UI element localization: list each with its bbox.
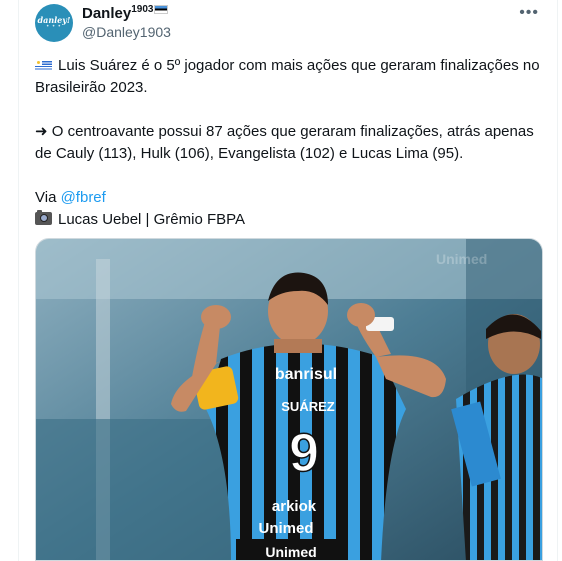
shirt-sponsor-text: banrisul xyxy=(275,366,337,383)
tweet-via: Via @fbref xyxy=(35,187,547,209)
photo-credit-text: Lucas Uebel | Grêmio FBPA xyxy=(58,211,246,228)
author-name-row: Danley 1903 xyxy=(82,4,169,22)
tweet-card: danley! • • • Danley 1903 @Danley1903 ••… xyxy=(18,0,558,561)
author-handle[interactable]: @Danley1903 xyxy=(82,24,171,40)
shirt-sponsor-2: arkiok xyxy=(272,498,317,515)
camera-icon xyxy=(35,210,52,225)
tweet-line-2: ➜ O centroavante possui 87 ações que ger… xyxy=(35,123,534,162)
more-options-icon[interactable]: ••• xyxy=(519,4,539,22)
tweet-line-1: Luis Suárez é o 5º jogador com mais açõe… xyxy=(35,55,547,99)
photo-illustration: Unimed banrisul SUÁREZ 9 arkiok Unimed U… xyxy=(36,239,542,560)
avatar-text: danley! xyxy=(37,15,71,25)
via-prefix: Via xyxy=(35,189,61,206)
avatar[interactable]: danley! • • • xyxy=(35,4,73,42)
shorts-sponsor-text: Unimed xyxy=(265,544,316,560)
fbref-mention-link[interactable]: @fbref xyxy=(61,189,106,206)
estonia-flag-icon xyxy=(154,5,169,14)
tweet-photo[interactable]: Unimed banrisul SUÁREZ 9 arkiok Unimed U… xyxy=(35,238,543,561)
shirt-number: 9 xyxy=(289,423,319,483)
avatar-dots: • • • xyxy=(46,24,62,30)
author-display-name[interactable]: Danley xyxy=(82,5,131,22)
tweet-photo-credit: Lucas Uebel | Grêmio FBPA xyxy=(35,209,547,231)
tweet-text: Luis Suárez é o 5º jogador com mais açõe… xyxy=(35,55,547,231)
background-sponsor-text: Unimed xyxy=(436,251,487,267)
shirt-sponsor-3: Unimed xyxy=(258,520,313,537)
shirt-player-name: SUÁREZ xyxy=(281,399,335,414)
tweet-line-1-text: Luis Suárez é o 5º jogador com mais açõe… xyxy=(35,57,540,96)
uruguay-flag-icon xyxy=(35,60,52,71)
author-name-superscript: 1903 xyxy=(131,4,154,15)
